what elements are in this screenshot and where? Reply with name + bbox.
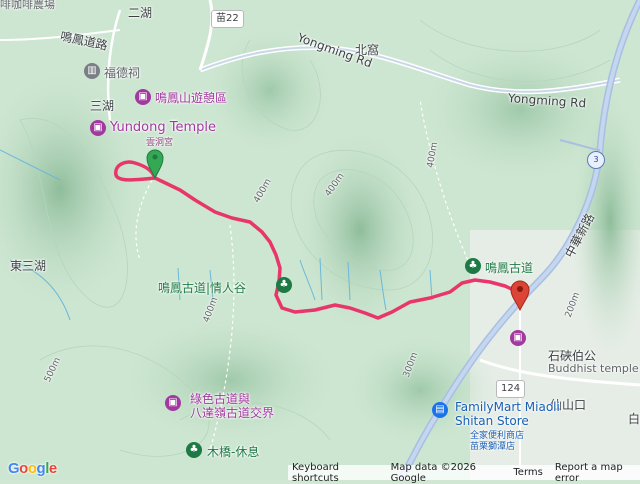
label-dongsanhu: 東三湖: [10, 259, 47, 273]
label-erhu: 二湖: [128, 6, 153, 20]
label-sanhu: 三湖: [90, 99, 115, 113]
fude-temple-icon[interactable]: ▥: [84, 63, 100, 79]
label-yundong-temple-en[interactable]: Yundong Temple: [110, 120, 216, 135]
label-mingfeng-trail[interactable]: 鳴鳳古道: [485, 259, 533, 276]
label-shibi-2[interactable]: Buddhist temple: [548, 362, 639, 375]
label-fude-temple[interactable]: 福德祠: [104, 64, 140, 81]
label-wooden-bridge[interactable]: 木橋-休息: [207, 443, 259, 460]
trail-lovers-icon[interactable]: ♣: [276, 277, 292, 293]
label-green-trail-2[interactable]: 八達嶺古道交界: [190, 404, 274, 421]
keyboard-shortcuts-link[interactable]: Keyboard shortcuts: [292, 462, 379, 484]
green-trail-icon[interactable]: ▣: [165, 395, 181, 411]
temple-icon[interactable]: ▣: [90, 120, 106, 136]
shibi-temple-icon[interactable]: ▣: [510, 330, 526, 346]
label-bai: 白: [628, 412, 640, 426]
map-data-text: Map data ©2026 Google: [390, 461, 477, 484]
report-error-link[interactable]: Report a map error: [555, 462, 640, 484]
label-yundong-temple-zh[interactable]: 雲洞宮: [146, 135, 173, 148]
mingfeng-trail-icon[interactable]: ♣: [465, 258, 481, 274]
route-shield-124: 124: [496, 380, 526, 398]
label-recreation-area[interactable]: 鳴鳳山遊憩區: [155, 89, 227, 106]
label-trail-lovers[interactable]: 鳴鳳古道|情人谷: [158, 279, 246, 296]
wooden-bridge-icon[interactable]: ♣: [186, 442, 202, 458]
label-familymart-zh-2[interactable]: 苗栗獅潭店: [470, 439, 515, 452]
label-familymart-1[interactable]: FamilyMart Miaoli: [455, 400, 560, 414]
route-shield-3: 3: [587, 151, 605, 169]
google-logo: Google: [8, 460, 57, 477]
terms-link[interactable]: Terms: [513, 467, 542, 478]
label-familymart-2[interactable]: Shitan Store: [455, 414, 529, 428]
map-footer: Keyboard shortcuts Map data ©2026 Google…: [288, 462, 640, 484]
route-shield-miao22: 苗22: [211, 10, 244, 28]
label-top-left: 啡咖啡農場: [0, 0, 55, 11]
shopping-icon[interactable]: ▤: [432, 402, 448, 418]
recreation-area-icon[interactable]: ▣: [135, 89, 151, 105]
